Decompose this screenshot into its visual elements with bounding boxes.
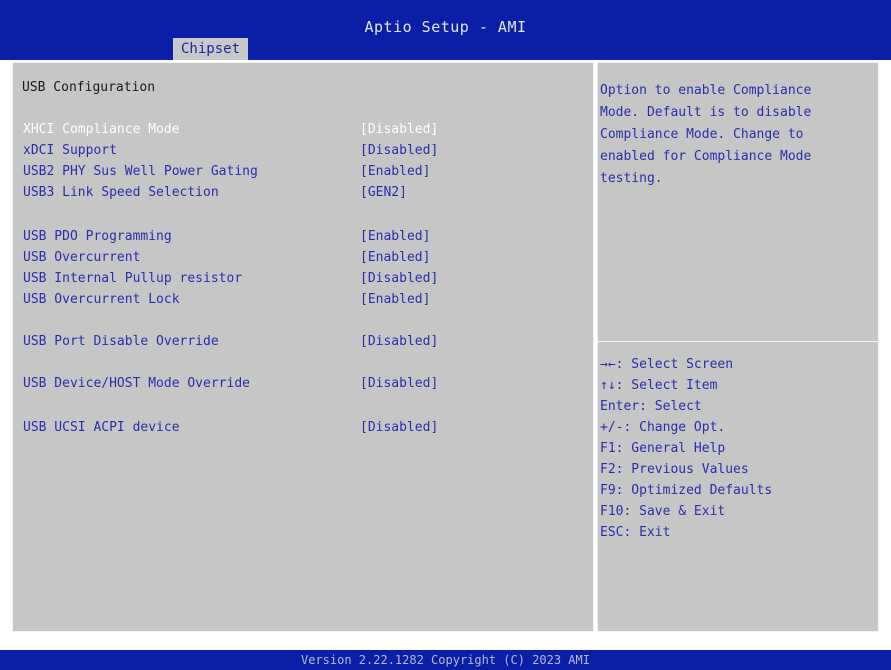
setting-label: USB Port Disable Override	[23, 334, 219, 349]
setting-label: USB Internal Pullup resistor	[23, 271, 243, 286]
setting-label: XHCI Compliance Mode	[23, 122, 180, 137]
setting-label: USB PDO Programming	[23, 229, 172, 244]
setting-label: USB Overcurrent Lock	[23, 292, 180, 307]
setting-label: USB UCSI ACPI device	[23, 420, 180, 435]
setting-label: USB3 Link Speed Selection	[23, 185, 219, 200]
help-description: Option to enable Compliance Mode. Defaul…	[600, 83, 812, 186]
title-bar: Aptio Setup - AMI Chipset	[0, 0, 891, 60]
setting-label: USB2 PHY Sus Well Power Gating	[23, 164, 258, 179]
key-hint-optimized-defaults: F9: Optimized Defaults	[600, 483, 773, 498]
key-hint-select-screen: →←: Select Screen	[600, 357, 734, 372]
setting-value[interactable]: [GEN2]	[360, 184, 407, 202]
app-title: Aptio Setup - AMI	[364, 18, 527, 36]
setting-value[interactable]: [Enabled]	[360, 163, 430, 181]
setting-label: USB Overcurrent	[23, 250, 141, 265]
key-hint-select-item: ↑↓: Select Item	[600, 378, 718, 393]
key-hint-exit: ESC: Exit	[600, 525, 671, 540]
setting-value[interactable]: [Enabled]	[360, 228, 430, 246]
key-hint-change-opt: +/-: Change Opt.	[600, 420, 726, 435]
setting-label: xDCI Support	[23, 143, 117, 158]
setting-value[interactable]: [Disabled]	[360, 333, 438, 351]
tab-chipset[interactable]: Chipset	[173, 38, 249, 60]
setting-value[interactable]: [Disabled]	[360, 121, 438, 139]
bios-setup-screen: Aptio Setup - AMI Chipset USB Configurat…	[0, 0, 891, 670]
setting-value[interactable]: [Disabled]	[360, 419, 438, 437]
key-hint-enter: Enter: Select	[600, 399, 702, 414]
key-legend: →←: Select Screen ↑↓: Select Item Enter:…	[600, 354, 872, 543]
setting-value[interactable]: [Enabled]	[360, 249, 430, 267]
footer-bar: Version 2.22.1282 Copyright (C) 2023 AMI	[0, 650, 891, 670]
key-hint-general-help: F1: General Help	[600, 441, 726, 456]
section-title: USB Configuration	[22, 80, 156, 95]
setting-value[interactable]: [Disabled]	[360, 270, 438, 288]
help-divider	[598, 341, 878, 342]
key-hint-previous-values: F2: Previous Values	[600, 462, 749, 477]
setting-value[interactable]: [Disabled]	[360, 142, 438, 160]
key-hint-save-exit: F10: Save & Exit	[600, 504, 726, 519]
setting-value[interactable]: [Enabled]	[360, 291, 430, 309]
version-text: Version 2.22.1282 Copyright (C) 2023 AMI	[301, 653, 590, 667]
setting-value[interactable]: [Disabled]	[360, 375, 438, 393]
setting-label: USB Device/HOST Mode Override	[23, 376, 250, 391]
